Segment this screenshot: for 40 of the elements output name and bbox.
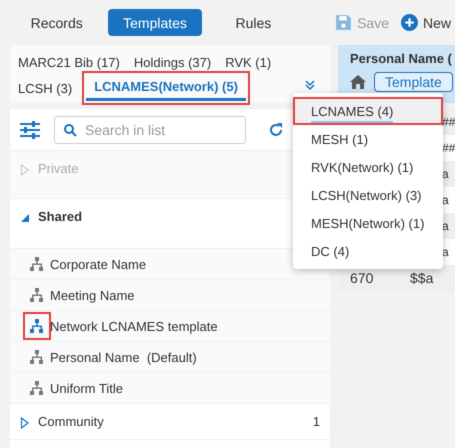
group-count: 1 — [312, 414, 320, 429]
home-icon[interactable] — [350, 75, 366, 89]
menu-item[interactable]: MESH(Network) (1) — [293, 209, 443, 237]
floppy-icon — [335, 14, 352, 31]
expanded-arrow-icon[interactable] — [20, 212, 30, 224]
search-icon — [64, 124, 77, 136]
collapsed-arrow-icon[interactable] — [20, 417, 30, 429]
menu-item[interactable]: LCNAMES (4) — [293, 97, 443, 125]
source-tab[interactable]: LCSH (3) — [18, 75, 72, 101]
nav-tab[interactable]: Records — [10, 9, 104, 36]
field-value: ## — [442, 115, 455, 129]
source-tab[interactable]: RVK (1) — [225, 49, 272, 75]
group-label[interactable]: Shared — [38, 209, 82, 224]
field-tag: 670 — [350, 270, 374, 286]
group-label[interactable]: Community — [38, 414, 104, 429]
menu-item[interactable]: RVK(Network) (1) — [293, 153, 443, 181]
source-tab[interactable]: MARC21 Bib (17) — [18, 49, 120, 75]
menu-item[interactable]: DC (4) — [293, 237, 443, 265]
nav-tab[interactable]: Templates — [108, 9, 202, 36]
template-item[interactable]: Meeting Name — [50, 288, 135, 302]
field-value: ## — [442, 141, 455, 155]
nav-tab[interactable]: Rules — [206, 9, 300, 36]
field-value: a — [442, 219, 449, 233]
template-item[interactable]: Corporate Name — [50, 256, 146, 272]
chevrons-down-icon[interactable] — [304, 79, 316, 91]
editor-title: Personal Name ( — [350, 51, 452, 66]
menu-item[interactable]: LCSH(Network) (3) — [293, 181, 443, 209]
refresh-icon[interactable] — [268, 122, 284, 138]
new-button[interactable]: New — [397, 14, 455, 31]
search-field[interactable]: Search in list — [54, 116, 246, 144]
field-value: a — [442, 167, 449, 181]
menu-item[interactable]: MESH (1) — [293, 125, 443, 153]
field-value: $$a — [410, 270, 434, 286]
template-item[interactable]: Uniform Title — [50, 380, 123, 396]
plus-icon — [401, 14, 418, 31]
template-badge[interactable]: Template — [374, 72, 453, 92]
sliders-icon[interactable] — [20, 120, 40, 138]
field-value: a — [442, 193, 449, 207]
field-value: a — [442, 245, 449, 259]
source-tab[interactable]: Holdings (37) — [134, 49, 212, 75]
